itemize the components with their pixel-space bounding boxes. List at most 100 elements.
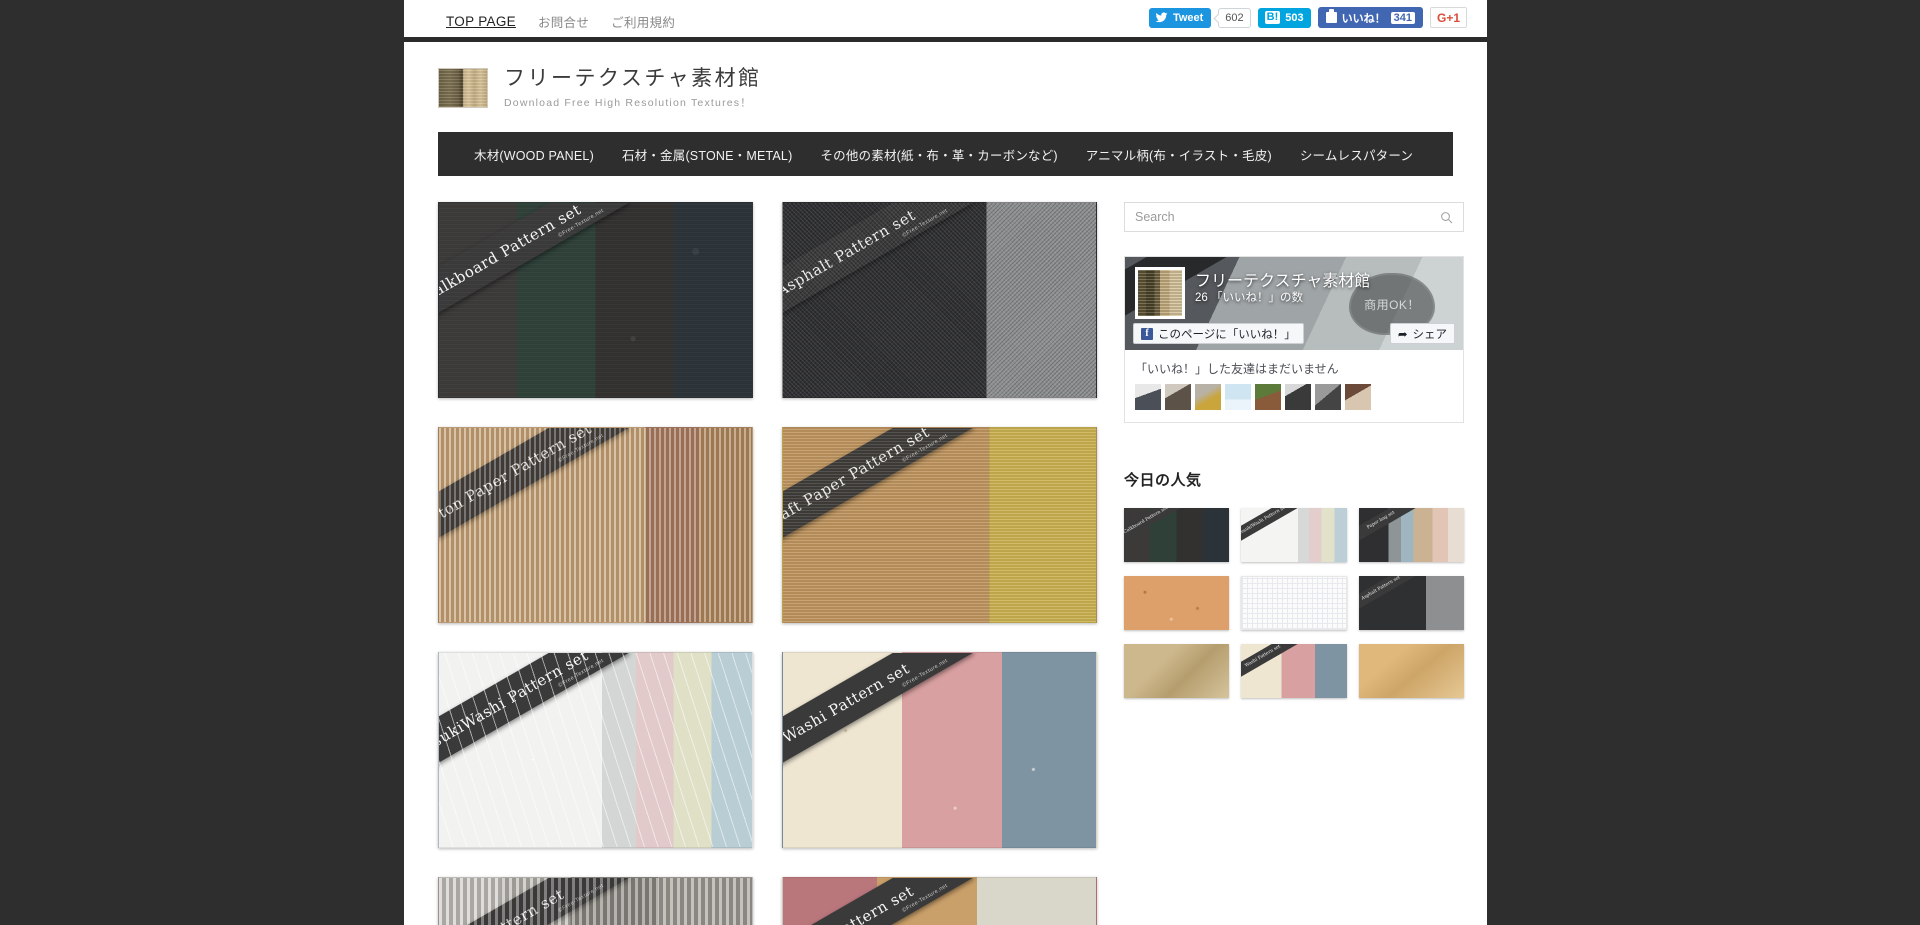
twitter-icon [1155,11,1168,24]
thumb-ribbon-title: Calkboard Pattern set [1124,508,1189,549]
card-ribbon: Asphalt Pattern set ©Free-Texture.net [782,202,973,338]
popular-thumb[interactable]: TesukiWashi Pattern set [1241,508,1346,562]
card-title: Carton Paper Pattern set [438,427,595,537]
popular-thumb[interactable]: Washi Pattern set [1241,644,1346,698]
texture-listing: Calkboard Pattern set ©Free-Texture.net … [438,202,1098,925]
texture-card[interactable]: Carton Paper Pattern set ©Free-Texture.n… [438,427,753,623]
popular-thumb[interactable]: Grid Paper set [1241,576,1346,630]
avatar[interactable] [1135,384,1161,410]
nav-terms[interactable]: ご利用規約 [611,12,675,31]
card-title: Kraft Paper Pattern set [782,427,933,533]
facebook-page-name[interactable]: フリーテクスチャ素材館 [1195,267,1370,291]
card-ribbon: Washi Pattern set ©Free-Texture.net [782,652,973,788]
avatar[interactable] [1255,384,1281,410]
facebook-page-avatar[interactable] [1135,267,1185,319]
site-header: フリーテクスチャ素材館 Download Free High Resolutio… [404,42,1487,132]
nav-top-page[interactable]: TOP PAGE [446,14,516,29]
card-ribbon: Plaster Pattern set ©Free-Texture.net [782,877,973,925]
popular-thumb[interactable]: Asphalt Pattern set [1359,576,1464,630]
facebook-friends-text: 「いいね！」した友達はまだいません [1135,360,1453,377]
popular-thumb[interactable]: Parchment set [1359,644,1464,698]
thumb-ribbon-title: Asphalt Pattern set [1359,576,1424,617]
site-logo-icon[interactable] [438,68,488,108]
card-title: Washi Pattern set [782,660,913,747]
google-plus-button[interactable]: G+1 [1430,7,1467,28]
facebook-friends-section: 「いいね！」した友達はまだいません [1125,350,1463,422]
site-identity: フリーテクスチャ素材館 Download Free High Resolutio… [504,66,762,110]
popular-section-heading: 今日の人気 [1124,469,1464,490]
avatar[interactable] [1165,384,1191,410]
texture-card[interactable]: Wood Pattern set ©Free-Texture.net [438,877,753,925]
card-ribbon: Kraft Paper Pattern set ©Free-Texture.ne… [782,427,973,563]
card-ribbon: Carton Paper Pattern set ©Free-Texture.n… [438,427,629,563]
page-root: TOP PAGE お問合せ ご利用規約 Tweet 602 B! 503 いいね… [0,0,1920,925]
social-share-group: Tweet 602 B! 503 いいね！ 341 G+1 [1149,7,1467,28]
search-icon[interactable] [1440,211,1453,224]
facebook-like-label: いいね！ [1342,10,1386,26]
thumb-ribbon-title: TesukiWashi Pattern set [1241,508,1306,549]
search-box[interactable] [1124,202,1464,232]
share-arrow-icon: ➦ [1398,327,1408,341]
site-subtitle: Download Free High Resolution Textures！ [504,95,762,110]
search-input[interactable] [1135,210,1440,224]
facebook-cover: 商用OK！ フリーテクスチャ素材館 26 「いいね！」の数 f このページに「い… [1125,257,1463,350]
popular-thumb[interactable]: Cork Pattern set [1124,576,1229,630]
content-area: Calkboard Pattern set ©Free-Texture.net … [404,176,1487,925]
nav-item-wood[interactable]: 木材(WOOD PANEL) [460,145,608,164]
card-ribbon: Wood Pattern set ©Free-Texture.net [438,877,629,925]
facebook-friend-avatars [1135,384,1453,410]
utility-nav: TOP PAGE お問合せ ご利用規約 [446,12,675,31]
texture-card[interactable]: TesukiWashi Pattern set ©Free-Texture.ne… [438,652,753,848]
main-navigation: 木材(WOOD PANEL) 石材・金属(STONE・METAL) その他の素材… [438,132,1453,176]
site-container: TOP PAGE お問合せ ご利用規約 Tweet 602 B! 503 いいね… [404,0,1487,925]
texture-card[interactable]: Plaster Pattern set ©Free-Texture.net [782,877,1097,925]
card-ribbon: TesukiWashi Pattern set ©Free-Texture.ne… [438,652,629,788]
hatena-icon: B! [1265,11,1281,24]
facebook-page-like-button[interactable]: f このページに「いいね！」 [1133,323,1304,344]
facebook-like-text: このページに「いいね！」 [1158,326,1296,342]
nav-item-stone-metal[interactable]: 石材・金属(STONE・METAL) [608,145,807,164]
facebook-icon: f [1141,328,1153,340]
avatar[interactable] [1285,384,1311,410]
hatena-count: 503 [1285,12,1303,24]
nav-contact[interactable]: お問合せ [538,12,589,31]
facebook-share-button[interactable]: ➦ シェア [1390,323,1455,344]
texture-grid: Calkboard Pattern set ©Free-Texture.net … [438,202,1098,925]
card-title: Plaster Pattern set [782,882,917,925]
avatar[interactable] [1225,384,1251,410]
texture-card[interactable]: Asphalt Pattern set ©Free-Texture.net [782,202,1097,398]
sidebar: 商用OK！ フリーテクスチャ素材館 26 「いいね！」の数 f このページに「い… [1124,202,1464,925]
avatar[interactable] [1345,384,1371,410]
facebook-page-widget: 商用OK！ フリーテクスチャ素材館 26 「いいね！」の数 f このページに「い… [1124,256,1464,423]
facebook-action-row: f このページに「いいね！」 ➦ シェア [1125,322,1463,350]
site-title[interactable]: フリーテクスチャ素材館 [504,66,762,92]
avatar[interactable] [1195,384,1221,410]
avatar[interactable] [1315,384,1341,410]
thumbs-up-icon [1326,12,1337,23]
facebook-like-count-text: 26 「いいね！」の数 [1195,289,1303,305]
popular-thumbnail-grid: Calkboard Pattern set TesukiWashi Patter… [1124,508,1464,698]
tweet-label: Tweet [1173,12,1203,24]
texture-card[interactable]: Washi Pattern set ©Free-Texture.net [782,652,1097,848]
facebook-share-text: シェア [1413,326,1448,342]
texture-card[interactable]: Calkboard Pattern set ©Free-Texture.net [438,202,753,398]
thumb-ribbon-title: Paper bag set [1359,508,1424,549]
card-title: Asphalt Pattern set [782,206,919,300]
thumb-ribbon-title: Washi Pattern set [1241,644,1306,685]
facebook-like-count: 341 [1391,12,1415,24]
nav-item-seamless-pattern[interactable]: シームレスパターン [1286,145,1427,164]
nav-item-animal-pattern[interactable]: アニマル柄(布・イラスト・毛皮) [1072,145,1286,164]
texture-card[interactable]: Kraft Paper Pattern set ©Free-Texture.ne… [782,427,1097,623]
popular-thumb[interactable]: Paper bag set [1359,508,1464,562]
card-ribbon: Calkboard Pattern set ©Free-Texture.net [438,202,629,338]
tweet-count[interactable]: 602 [1218,8,1250,28]
nav-item-other-materials[interactable]: その他の素材(紙・布・革・カーボンなど) [806,145,1071,164]
popular-thumb[interactable]: Calkboard Pattern set [1124,508,1229,562]
popular-thumb[interactable]: Leather Pattern set [1124,644,1229,698]
card-title: TesukiWashi Pattern set [438,652,591,760]
card-title: Wood Pattern set [438,885,567,925]
hatena-bookmark-button[interactable]: B! 503 [1258,8,1311,28]
utility-bar: TOP PAGE お問合せ ご利用規約 Tweet 602 B! 503 いいね… [404,0,1487,42]
tweet-button[interactable]: Tweet [1149,8,1211,28]
facebook-like-button[interactable]: いいね！ 341 [1318,7,1423,28]
